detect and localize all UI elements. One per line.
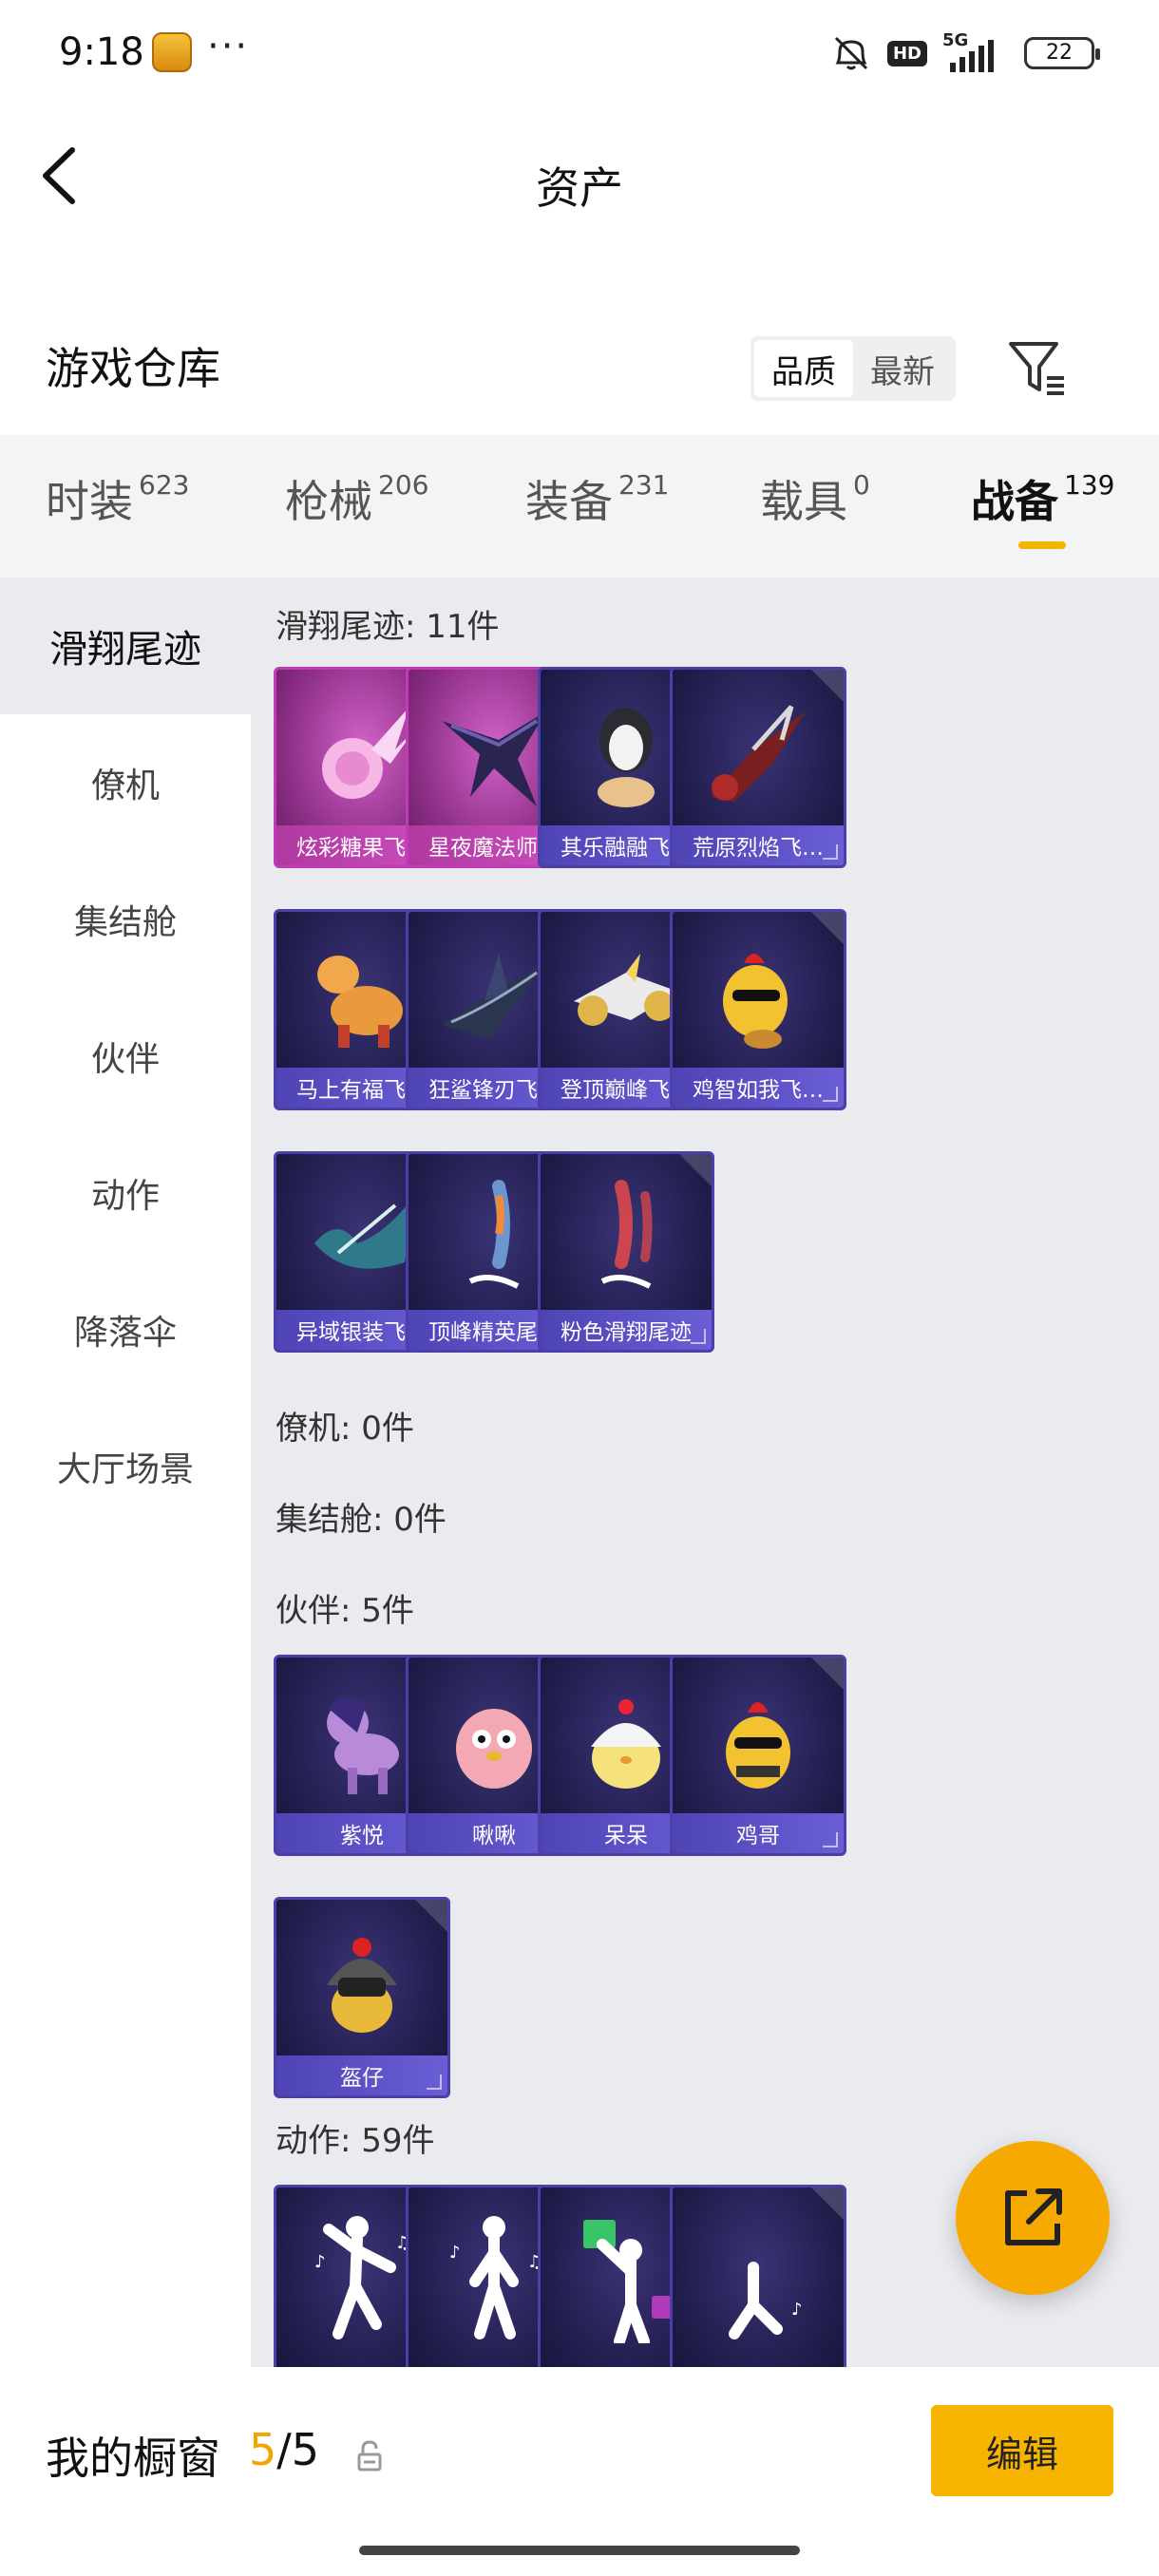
tab-weapons[interactable]: 枪械 206 <box>285 467 428 530</box>
section-title-wingman: 僚机: 0件 <box>276 1410 414 1448</box>
battery-icon: 22 <box>1024 37 1100 69</box>
sidebar-item-emote[interactable]: 动作 <box>0 1125 251 1261</box>
section-title-emote: 动作: 59件 <box>276 2122 435 2160</box>
item-name: 鸡哥 <box>673 1813 844 1853</box>
item-card[interactable]: 盔仔 <box>274 1897 450 2098</box>
app-notification-icon <box>152 32 192 72</box>
assets-screen: 9:18 ··· HD 5G 22 资产 游戏仓库 品质 最新 时装 623 枪… <box>0 0 1159 2576</box>
status-bar: 9:18 ··· HD 5G 22 <box>0 0 1159 104</box>
sidebar-item-wingman[interactable]: 僚机 <box>0 714 251 851</box>
more-notifications-icon: ··· <box>207 25 250 68</box>
item-card[interactable]: 鸡智如我飞… <box>670 909 846 1110</box>
item-card[interactable]: 鸡哥 <box>670 1655 846 1856</box>
section-title-partner: 伙伴: 5件 <box>276 1592 414 1630</box>
mute-icon <box>834 36 868 70</box>
sort-newest-button[interactable]: 最新 <box>853 340 952 397</box>
filter-icon <box>1009 342 1064 395</box>
filter-button[interactable] <box>1005 334 1072 401</box>
showcase-bar: 我的橱窗 5/5 编辑 <box>0 2367 1159 2576</box>
signal-icon: 5G <box>942 30 1009 72</box>
pink-trail-image <box>541 1167 712 1310</box>
sidebar-item-assembly-pod[interactable]: 集结舱 <box>0 851 251 988</box>
sidebar-item-parachute[interactable]: 降落伞 <box>0 1261 251 1398</box>
edit-button[interactable]: 编辑 <box>931 2405 1113 2496</box>
svg-text:♪: ♪ <box>449 2243 461 2263</box>
page-title: 资产 <box>536 162 623 214</box>
sort-quality-button[interactable]: 品质 <box>754 340 853 397</box>
item-card[interactable]: ♪ <box>670 2185 846 2367</box>
category-tabs: 时装 623 枪械 206 装备 231 载具 0 战备 139 <box>0 435 1159 578</box>
item-name: 粉色滑翔尾迹 <box>541 1310 712 1350</box>
share-icon <box>1005 2188 1062 2245</box>
home-indicator[interactable] <box>359 2546 800 2555</box>
sidebar-item-glide-trail[interactable]: 滑翔尾迹 <box>0 578 251 714</box>
tab-fashion[interactable]: 时装 623 <box>46 467 189 530</box>
flame-glider-image <box>673 683 844 825</box>
active-tab-indicator <box>1018 541 1066 549</box>
chicken-bro-image <box>673 1671 844 1813</box>
section-title-assembly-pod: 集结舱: 0件 <box>276 1501 446 1539</box>
showcase-label: 我的橱窗 <box>46 2433 220 2484</box>
tab-combat-gear[interactable]: 战备 139 <box>971 467 1114 530</box>
helmet-kid-image <box>276 1913 447 2055</box>
subcategory-sidebar: 滑翔尾迹 僚机 集结舱 伙伴 动作 降落伞 大厅场景 <box>0 578 251 2576</box>
chicken-glider-image <box>673 925 844 1068</box>
showcase-count: 5/5 <box>249 2424 320 2475</box>
sidebar-item-lobby-scene[interactable]: 大厅场景 <box>0 1398 251 1535</box>
section-title-glide-trail: 滑翔尾迹: 11件 <box>276 608 500 646</box>
svg-text:♪: ♪ <box>314 2252 326 2272</box>
item-card[interactable]: 荒原烈焰飞… <box>670 667 846 868</box>
status-icons: HD 5G 22 <box>830 30 1100 74</box>
app-header: 资产 <box>0 104 1159 247</box>
sidebar-item-partner[interactable]: 伙伴 <box>0 988 251 1125</box>
warehouse-title: 游戏仓库 <box>46 343 220 394</box>
hd-badge: HD <box>886 40 927 66</box>
item-name: 盔仔 <box>276 2055 447 2095</box>
clock: 9:18 <box>59 30 144 74</box>
item-name: 鸡智如我飞… <box>673 1068 844 1108</box>
share-button[interactable] <box>956 2141 1110 2295</box>
tab-equipment[interactable]: 装备 231 <box>525 467 669 530</box>
svg-text:♪: ♪ <box>791 2300 803 2320</box>
tab-vehicles[interactable]: 载具 0 <box>760 467 870 530</box>
sort-toggle: 品质 最新 <box>750 336 956 401</box>
item-name: 荒原烈焰飞… <box>673 825 844 865</box>
item-card[interactable]: 粉色滑翔尾迹 <box>538 1151 714 1353</box>
lock-icon <box>357 2440 382 2472</box>
jump-emote-image: ♪ <box>673 2201 844 2343</box>
items-content: 滑翔尾迹: 11件 炫彩糖果飞… 星夜魔法师… 其乐融融飞… 荒原烈焰飞… 马上… <box>251 578 1159 2367</box>
